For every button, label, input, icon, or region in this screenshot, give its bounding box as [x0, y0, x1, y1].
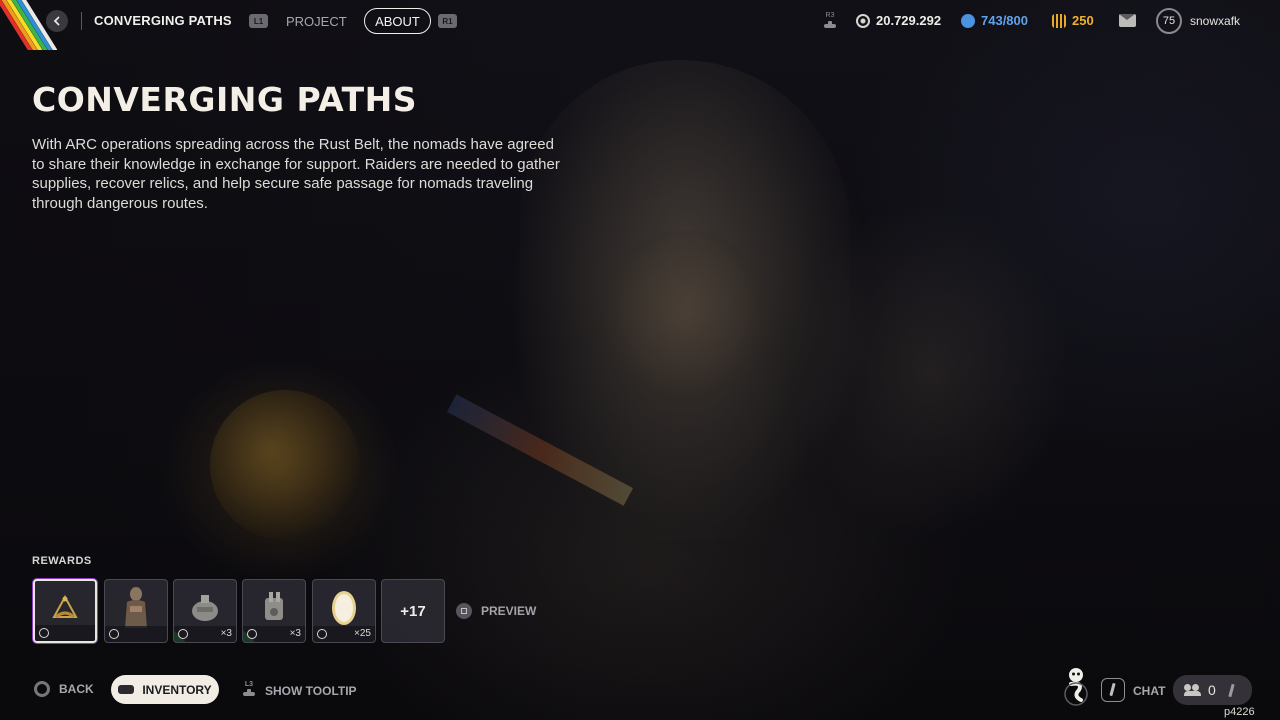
snake-mascot-icon [1061, 666, 1091, 706]
l3-label: L3 [244, 681, 254, 688]
chevron-left-icon [53, 16, 60, 26]
square-button-icon [456, 603, 472, 619]
blue-currency-balance: 743/800 [961, 13, 1028, 28]
item-type-icon [178, 629, 188, 639]
friends-count: 0 [1208, 682, 1216, 698]
reward-slot-5[interactable]: ×25 [312, 579, 376, 643]
r3-stick-icon [824, 21, 836, 28]
reward-slot-1[interactable] [33, 579, 97, 643]
reward-quantity: ×3 [289, 628, 301, 639]
preview-button[interactable]: PREVIEW [456, 603, 536, 619]
coins-balance: 20.729.292 [856, 13, 941, 28]
header-divider [81, 12, 82, 30]
blue-currency-value: 743/800 [981, 13, 1028, 28]
inventory-button[interactable]: INVENTORY [111, 675, 219, 704]
blue-token-icon [961, 13, 975, 28]
tab-about[interactable]: ABOUT [364, 8, 431, 34]
player-level-badge[interactable]: 75 [1156, 8, 1182, 34]
sextant-icon [48, 591, 82, 625]
coin-icon [856, 13, 870, 28]
back-arrow-button[interactable] [46, 10, 68, 32]
egg-icon [329, 588, 359, 628]
build-id: p4226 [1224, 706, 1255, 718]
page-title: CONVERGING PATHS [32, 80, 417, 119]
reward-quantity: ×3 [220, 628, 232, 639]
l3-button-icon: L3 [242, 681, 256, 700]
project-description: With ARC operations spreading across the… [32, 136, 560, 212]
nomad-outfit-icon [121, 586, 151, 630]
grenade-icon [187, 591, 223, 625]
outfit-type-icon [109, 629, 119, 639]
r1-button-icon: R1 [438, 14, 457, 28]
chat-key-icon[interactable] [1101, 678, 1125, 702]
gold-currency-balance: 250 [1052, 13, 1094, 28]
reward-slot-3[interactable]: ×3 [173, 579, 237, 643]
item-type-icon [247, 629, 257, 639]
inventory-label: INVENTORY [142, 682, 212, 697]
chat-button[interactable]: CHAT [1133, 684, 1165, 698]
friends-key-icon [1228, 683, 1235, 697]
touchpad-icon [118, 685, 135, 694]
mail-icon[interactable] [1119, 14, 1136, 27]
cosmetic-type-icon [39, 628, 49, 638]
rewards-heading: REWARDS [32, 555, 92, 567]
gold-bars-icon [1052, 13, 1066, 28]
reward-slot-4[interactable]: ×3 [242, 579, 306, 643]
coins-value: 20.729.292 [876, 13, 942, 28]
device-icon [257, 590, 291, 626]
preview-label: PREVIEW [481, 604, 537, 618]
top-bar: CONVERGING PATHS L1 PROJECT ABOUT R1 R3 … [0, 0, 1280, 44]
username[interactable]: snowxafk [1190, 14, 1240, 28]
back-label: BACK [59, 682, 94, 696]
reward-quantity: ×25 [354, 628, 371, 639]
friends-icon [1184, 684, 1202, 696]
show-tooltip-button[interactable]: L3 SHOW TOOLTIP [242, 681, 357, 700]
gold-currency-value: 250 [1072, 13, 1094, 28]
friends-button[interactable]: 0 [1173, 675, 1252, 705]
more-rewards-button[interactable]: +17 [381, 579, 445, 643]
l3-stick-icon [243, 689, 255, 696]
material-type-icon [317, 629, 327, 639]
circle-button-icon [34, 681, 50, 697]
r3-button-icon: R3 [823, 11, 837, 33]
tooltip-label: SHOW TOOLTIP [265, 683, 357, 698]
tab-project[interactable]: PROJECT [276, 8, 357, 34]
r3-label: R3 [825, 12, 835, 19]
header-title: CONVERGING PATHS [94, 13, 232, 28]
back-button[interactable]: BACK [34, 681, 94, 697]
reward-slot-2[interactable] [104, 579, 168, 643]
l1-button-icon: L1 [249, 14, 268, 28]
